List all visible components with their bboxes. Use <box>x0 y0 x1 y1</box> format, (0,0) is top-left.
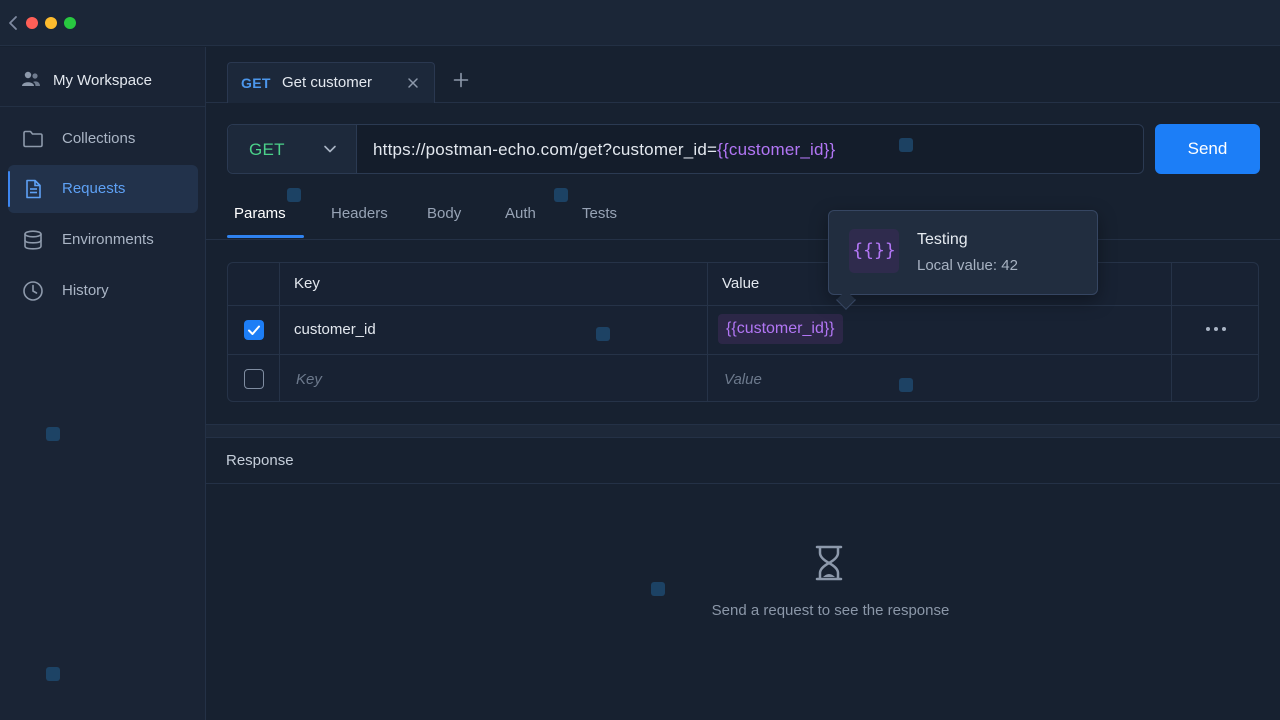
tab-body[interactable]: Body <box>427 205 461 222</box>
sidebar-item-label: History <box>62 282 109 299</box>
watermark-icon <box>46 667 60 681</box>
hourglass-icon <box>815 545 843 581</box>
variable-braces-icon: {{}} <box>849 229 899 273</box>
column-divider <box>279 263 280 401</box>
row-divider <box>228 305 1258 306</box>
tab-tests[interactable]: Tests <box>582 205 617 222</box>
new-key-input[interactable]: Key <box>296 371 322 388</box>
tooltip-title: Testing <box>917 231 968 248</box>
main-panel: GET Get customer GET https://postman-ech… <box>206 47 1280 720</box>
watermark-icon <box>899 138 913 152</box>
sidebar-item-label: Environments <box>62 231 154 248</box>
back-arrow-icon[interactable] <box>6 14 20 32</box>
close-window-button[interactable] <box>26 17 38 29</box>
database-icon <box>24 230 42 250</box>
url-base-text: https://postman-echo.com/get?customer_id… <box>373 140 718 159</box>
param-key-cell[interactable]: customer_id <box>294 321 376 338</box>
url-bar: GET https://postman-echo.com/get?custome… <box>227 124 1144 174</box>
active-indicator <box>8 171 10 207</box>
params-table: Key Value customer_id {{customer_id}} Ke… <box>227 262 1259 402</box>
watermark-icon <box>899 378 913 392</box>
document-icon <box>26 179 41 199</box>
sidebar-item-requests[interactable]: Requests <box>8 165 198 213</box>
active-tab-indicator <box>227 235 304 238</box>
tab-name-label: Get customer <box>282 74 373 91</box>
chevron-down-icon <box>324 145 336 153</box>
watermark-icon <box>651 582 665 596</box>
folder-icon <box>23 130 43 148</box>
tab-method-label: GET <box>241 75 271 91</box>
key-column-header: Key <box>294 275 320 292</box>
workspace-header[interactable]: My Workspace <box>0 47 205 107</box>
sidebar-item-label: Collections <box>62 130 136 147</box>
tab-headers[interactable]: Headers <box>331 205 388 222</box>
pane-resizer[interactable] <box>206 424 1280 438</box>
minimize-window-button[interactable] <box>45 17 57 29</box>
users-icon <box>22 71 40 86</box>
title-bar <box>0 0 1280 46</box>
sidebar-item-label: Requests <box>62 180 126 197</box>
row-divider <box>228 354 1258 355</box>
column-divider <box>1171 263 1172 401</box>
new-value-input[interactable]: Value <box>724 371 762 388</box>
maximize-window-button[interactable] <box>64 17 76 29</box>
watermark-icon <box>554 188 568 202</box>
sidebar-item-history[interactable]: History <box>8 267 198 315</box>
request-tab[interactable]: GET Get customer <box>227 62 435 103</box>
request-subtabs: Params Headers Body Auth Tests <box>206 197 1280 240</box>
tab-params[interactable]: Params <box>234 205 286 222</box>
plus-icon[interactable] <box>453 72 469 88</box>
more-options-icon[interactable] <box>1204 321 1228 337</box>
response-title: Response <box>226 452 294 469</box>
method-label: GET <box>249 140 285 159</box>
url-input[interactable]: https://postman-echo.com/get?customer_id… <box>373 140 835 160</box>
response-header: Response <box>206 438 1280 484</box>
watermark-icon <box>596 327 610 341</box>
request-tab-bar: GET Get customer <box>206 47 1280 103</box>
param-value-variable[interactable]: {{customer_id}} <box>718 314 843 344</box>
sidebar: My Workspace Collections Requests Enviro… <box>0 47 206 720</box>
column-divider <box>707 263 708 401</box>
sidebar-item-environments[interactable]: Environments <box>8 216 198 264</box>
empty-response-message: Send a request to see the response <box>711 602 950 619</box>
variable-tooltip: {{}} Testing Local value: 42 <box>828 210 1098 310</box>
close-icon[interactable] <box>406 76 420 90</box>
watermark-icon <box>46 427 60 441</box>
url-variable[interactable]: {{customer_id}} <box>717 140 835 159</box>
send-button[interactable]: Send <box>1155 124 1260 174</box>
tooltip-value: Local value: 42 <box>917 257 1018 274</box>
watermark-icon <box>287 188 301 202</box>
sidebar-item-collections[interactable]: Collections <box>8 115 198 163</box>
tab-auth[interactable]: Auth <box>505 205 536 222</box>
new-param-checkbox[interactable] <box>244 369 264 389</box>
workspace-label: My Workspace <box>53 72 152 89</box>
param-enabled-checkbox[interactable] <box>244 320 264 340</box>
clock-icon <box>23 281 43 301</box>
method-dropdown[interactable]: GET <box>228 125 357 173</box>
check-icon <box>248 325 260 335</box>
value-column-header: Value <box>722 275 760 292</box>
